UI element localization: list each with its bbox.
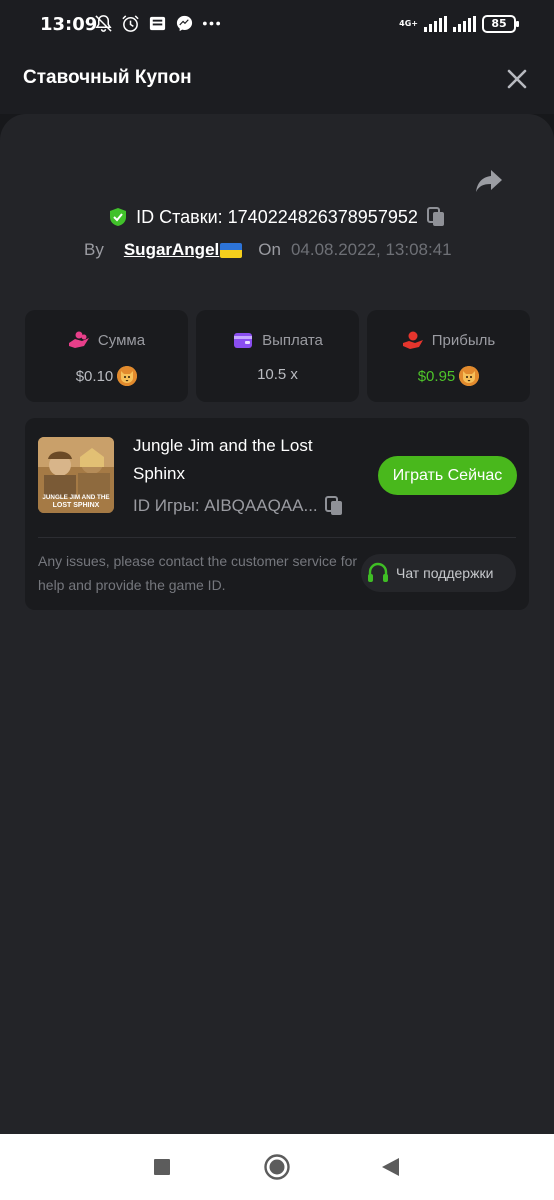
recent-apps-icon[interactable] — [149, 1154, 175, 1180]
stat-card-payout: Выплата 10.5 x — [196, 310, 359, 402]
home-icon[interactable] — [264, 1154, 290, 1180]
by-label: By — [84, 240, 104, 259]
messenger-icon — [176, 15, 193, 32]
divider — [38, 537, 516, 538]
play-now-button[interactable]: Играть Сейчас — [378, 456, 517, 495]
wallet-icon — [234, 333, 253, 348]
system-nav-bar — [0, 1134, 554, 1200]
battery-icon: 85 — [482, 15, 519, 33]
bet-id: ID Ставки: 1740224826378957952 — [136, 206, 418, 227]
header: Ставочный Купон — [0, 48, 554, 114]
bet-author-row: By SugarAngel On 04.08.2022, 13:08:41 — [84, 240, 452, 260]
more-icon — [202, 21, 221, 26]
stat-value: $0.95 — [417, 367, 456, 385]
game-id: ID Игры: AIBQAAQAA... — [133, 496, 318, 515]
support-info-text: Any issues, please contact the customer … — [38, 553, 358, 593]
shib-coin-icon — [459, 366, 480, 386]
thumb-title-line2: LOST SPHINX — [53, 502, 100, 509]
share-icon[interactable] — [474, 168, 504, 194]
game-title: Jungle Jim and the Lost Sphinx — [133, 436, 313, 483]
network-type: 4G+ — [399, 19, 418, 28]
game-id-row: ID Игры: AIBQAAQAA... — [133, 495, 344, 517]
on-label: On — [258, 240, 281, 259]
status-time: 13:09 — [40, 14, 98, 35]
coins-hand-icon — [68, 331, 89, 348]
alarm-icon — [122, 15, 139, 32]
profit-hand-icon — [402, 331, 423, 349]
bet-id-row: ID Ставки: 1740224826378957952 — [0, 206, 554, 228]
thumb-title-line1: JUNGLE JIM AND THE — [42, 494, 109, 501]
ukraine-flag-icon — [220, 242, 243, 258]
status-bar: 13:09 4G+ 85 — [0, 0, 554, 48]
user-name-link[interactable]: SugarAngel — [124, 240, 219, 260]
copy-bet-id-icon[interactable] — [426, 206, 446, 228]
signal-icon — [424, 16, 447, 32]
bet-coupon-panel — [0, 114, 554, 1134]
signal-icon-2 — [453, 16, 476, 32]
verified-shield-icon — [110, 208, 127, 226]
status-icons — [94, 14, 221, 33]
game-thumbnail[interactable]: JUNGLE JIM AND THE LOST SPHINX — [38, 437, 114, 513]
copy-game-id-icon[interactable] — [324, 495, 344, 517]
support-chat-label: Чат поддержки — [396, 565, 494, 581]
back-icon[interactable] — [378, 1154, 404, 1180]
mute-notification-icon — [95, 15, 112, 32]
news-icon — [149, 16, 166, 31]
stat-card-profit: Прибыль $0.95 — [367, 310, 530, 402]
stat-card-amount: Сумма $0.10 — [25, 310, 188, 402]
game-card: JUNGLE JIM AND THE LOST SPHINX Jungle Ji… — [25, 418, 529, 610]
support-chat-button[interactable]: Чат поддержки — [361, 554, 516, 592]
bet-date: 04.08.2022, 13:08:41 — [290, 240, 452, 259]
stat-value: $0.10 — [75, 367, 114, 385]
shib-coin-icon — [117, 366, 138, 386]
close-icon[interactable] — [506, 68, 528, 90]
stat-value: 10.5 x — [257, 366, 298, 383]
headset-icon — [368, 562, 388, 582]
status-right: 4G+ 85 — [399, 15, 519, 33]
stat-label: Сумма — [97, 331, 146, 349]
page-title: Ставочный Купон — [23, 67, 192, 88]
stat-label: Выплата — [262, 331, 323, 349]
stat-label: Прибыль — [431, 331, 496, 349]
